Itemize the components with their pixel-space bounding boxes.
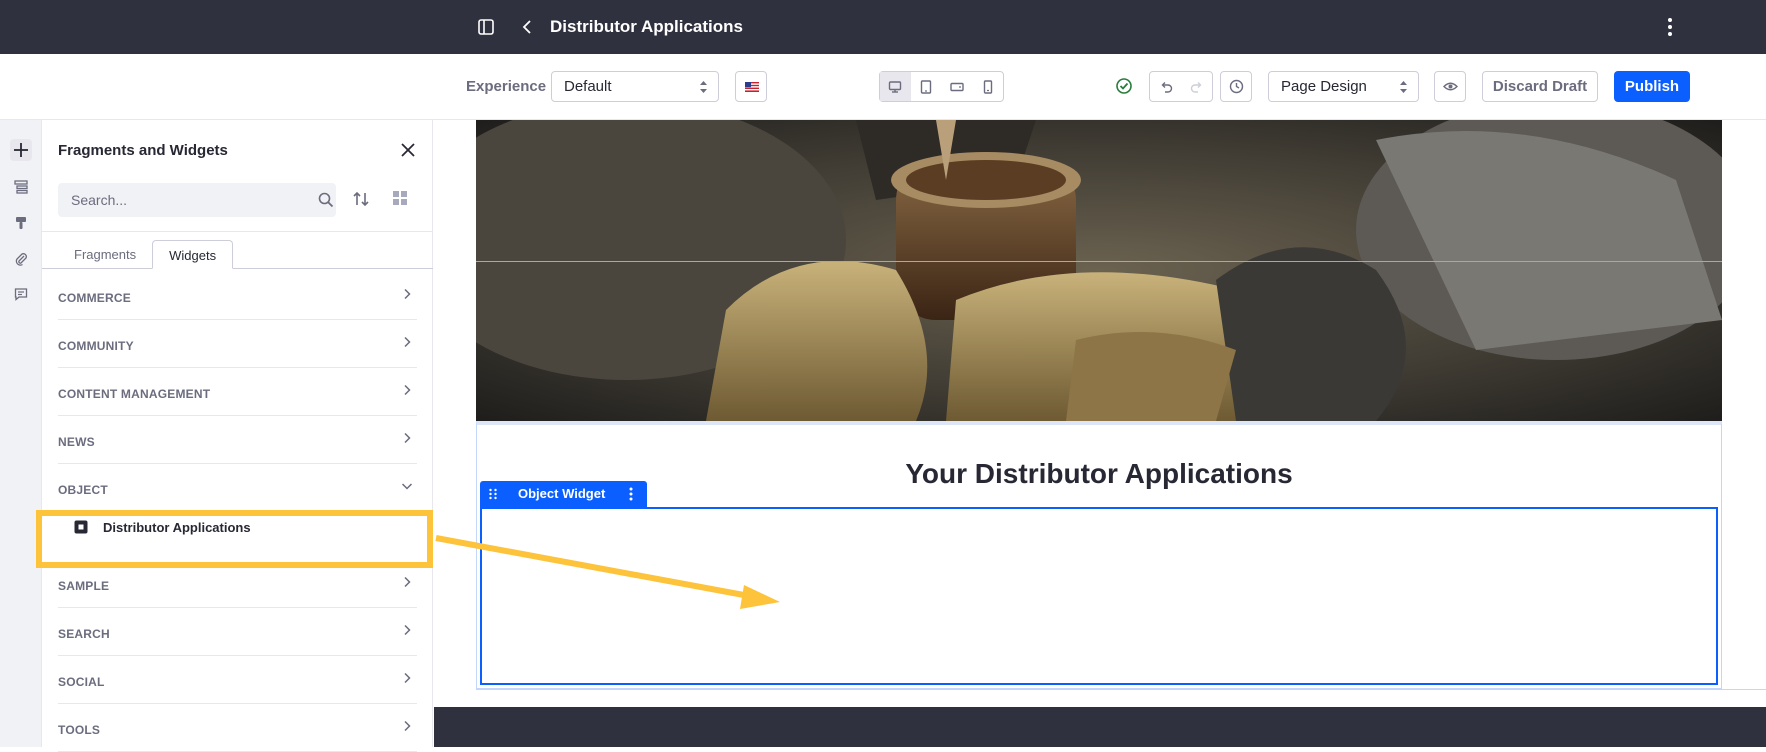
discard-draft-button[interactable]: Discard Draft: [1482, 71, 1598, 102]
sidebar-toggle-icon[interactable]: [477, 18, 495, 36]
experience-select-value: Default: [564, 78, 612, 95]
page-structure-icon: [14, 180, 28, 194]
tab-widgets[interactable]: Widgets: [152, 240, 234, 269]
experience-select[interactable]: Default: [551, 71, 719, 102]
category-label: SEARCH: [58, 627, 110, 641]
category-object[interactable]: OBJECT: [58, 464, 417, 512]
add-fragments-button[interactable]: [10, 139, 32, 161]
undo-button[interactable]: [1150, 72, 1181, 101]
tablet-icon: [919, 79, 933, 94]
select-arrows-icon: [699, 80, 708, 94]
category-social[interactable]: SOCIAL: [58, 656, 417, 704]
mode-select[interactable]: Page Design: [1268, 71, 1419, 102]
saved-check-icon: [1115, 77, 1133, 95]
portrait-phone-preview-button[interactable]: [972, 72, 1003, 101]
panel-tabs: Fragments Widgets: [58, 240, 234, 269]
widget-label-text: Object Widget: [518, 486, 606, 501]
portrait-phone-icon: [981, 79, 995, 94]
category-label: CONTENT MANAGEMENT: [58, 387, 211, 401]
category-tools[interactable]: TOOLS: [58, 704, 417, 752]
comments-button[interactable]: [10, 283, 32, 305]
object-widget-frame[interactable]: [480, 507, 1718, 685]
chevron-right-icon: [401, 336, 413, 348]
editor-toolbar: Experience Default Page Design Discard D…: [0, 54, 1766, 120]
left-rail: [0, 120, 42, 747]
landscape-phone-preview-button[interactable]: [942, 72, 973, 101]
panel-title: Fragments and Widgets: [58, 142, 228, 159]
category-content-management[interactable]: CONTENT MANAGEMENT: [58, 368, 417, 416]
grid-view-icon[interactable]: [392, 190, 408, 206]
page-title: Distributor Applications: [550, 17, 743, 36]
hero-image: [476, 120, 1722, 421]
widget-options-kebab-icon[interactable]: [627, 487, 635, 501]
search-field: [58, 183, 336, 217]
paint-brush-icon: [14, 216, 28, 230]
browser-button[interactable]: [10, 176, 32, 198]
chevron-right-icon: [401, 288, 413, 300]
paperclip-icon: [14, 252, 28, 266]
category-label: SOCIAL: [58, 675, 105, 689]
chevron-right-icon: [401, 624, 413, 636]
chevron-down-icon: [401, 480, 413, 492]
section-heading: Your Distributor Applications: [905, 458, 1293, 489]
tablet-preview-button[interactable]: [911, 72, 942, 101]
redo-button[interactable]: [1181, 72, 1212, 101]
redo-icon: [1190, 80, 1204, 94]
landscape-phone-icon: [950, 80, 964, 94]
category-label: SAMPLE: [58, 579, 110, 593]
category-label: COMMERCE: [58, 291, 131, 305]
history-button[interactable]: [1220, 71, 1252, 102]
category-label: COMMUNITY: [58, 339, 134, 353]
fragments-widgets-panel: Fragments and Widgets Fragments Widgets …: [42, 120, 433, 752]
preview-button[interactable]: [1434, 71, 1466, 102]
category-label: OBJECT: [58, 483, 108, 497]
drag-handle-icon[interactable]: [488, 488, 498, 500]
back-arrow-icon[interactable]: [518, 18, 536, 36]
object-widget-topper[interactable]: Object Widget: [480, 481, 647, 507]
experience-label: Experience: [466, 78, 547, 95]
category-label: TOOLS: [58, 723, 101, 737]
page-footer: [434, 707, 1766, 747]
history-clock-icon: [1229, 79, 1244, 94]
page-design-options-button[interactable]: [10, 212, 32, 234]
plus-icon: [13, 142, 29, 158]
top-bar: Distributor Applications: [0, 0, 1766, 54]
search-icon[interactable]: [318, 192, 334, 208]
publish-button[interactable]: Publish: [1614, 71, 1690, 102]
guide-line: [476, 261, 1722, 262]
undo-icon: [1159, 80, 1173, 94]
comment-icon: [14, 287, 28, 301]
desktop-preview-button[interactable]: [880, 72, 911, 101]
category-community[interactable]: COMMUNITY: [58, 320, 417, 368]
desktop-icon: [888, 80, 902, 94]
eye-icon: [1442, 79, 1458, 94]
tab-fragments[interactable]: Fragments: [58, 240, 152, 269]
mode-select-value: Page Design: [1281, 78, 1367, 95]
device-preview-group: [879, 71, 1004, 102]
category-news[interactable]: NEWS: [58, 416, 417, 464]
sort-icon[interactable]: [352, 190, 370, 208]
mappings-button[interactable]: [10, 248, 32, 270]
chevron-right-icon: [401, 576, 413, 588]
category-commerce[interactable]: COMMERCE: [58, 272, 417, 320]
undo-redo-group: [1149, 71, 1213, 102]
category-label: NEWS: [58, 435, 95, 449]
divider: [42, 231, 433, 232]
language-selector-button[interactable]: [735, 71, 767, 102]
highlight-box: [36, 510, 433, 568]
chevron-right-icon: [401, 720, 413, 732]
chevron-right-icon: [401, 432, 413, 444]
options-kebab-icon[interactable]: [1660, 16, 1680, 38]
close-icon[interactable]: [400, 142, 416, 158]
chevron-right-icon: [401, 384, 413, 396]
category-search[interactable]: SEARCH: [58, 608, 417, 656]
us-flag-icon: [745, 82, 759, 92]
select-arrows-icon: [1399, 80, 1408, 94]
search-input[interactable]: [58, 183, 298, 217]
chevron-right-icon: [401, 672, 413, 684]
guide-line: [476, 689, 1766, 690]
